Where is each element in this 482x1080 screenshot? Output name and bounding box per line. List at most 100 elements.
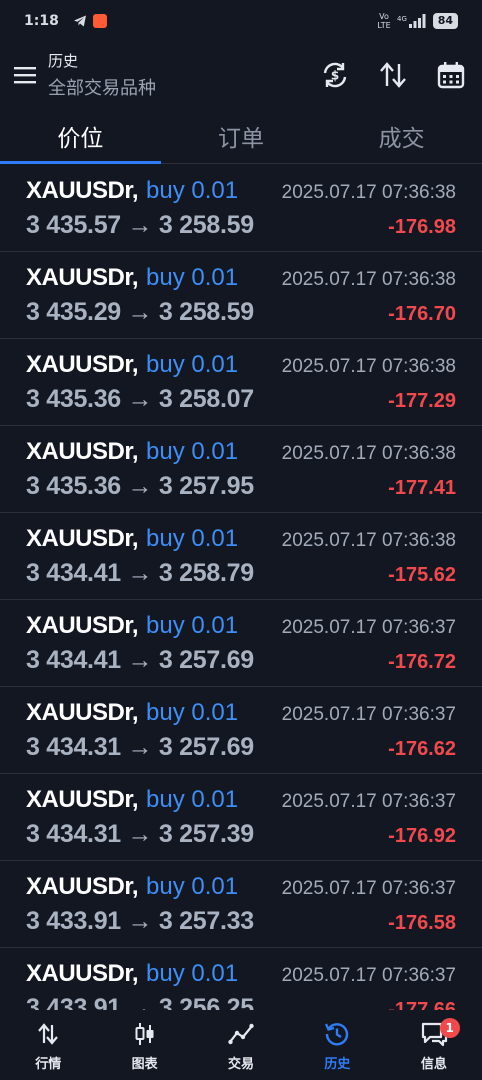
trade-datetime: 2025.07.17 07:36:38 [281,530,456,551]
status-right: Vo LTE 4G 84 [377,12,458,30]
hamburger-icon [14,67,36,84]
trade-prices: 3 434.41 → 3 257.69 [26,646,254,674]
page-title: 历史 [48,52,79,70]
trade-profit: -176.92 [388,825,456,847]
trade-profit: -177.29 [388,390,456,412]
trade-side-volume: buy 0.01 [146,786,239,813]
tab-deals[interactable]: 成交 [321,108,482,163]
header-actions: $ [320,60,470,90]
trade-symbol: XAUUSDr, [26,960,139,987]
network-label: 4G [397,15,407,23]
trade-row[interactable]: XAUUSDr, buy 0.01 2025.07.17 07:36:37 3 … [0,774,482,861]
trade-side-volume: buy 0.01 [146,525,239,552]
trade-symbol: XAUUSDr, [26,873,139,900]
nav-charts[interactable]: 图表 [96,1010,192,1080]
history-tabs: 价位 订单 成交 [0,108,482,164]
status-time: 1:18 [24,13,59,29]
currency-refresh-icon: $ [323,62,347,88]
tab-orders[interactable]: 订单 [161,108,322,163]
trade-prices: 3 434.31 → 3 257.69 [26,733,254,761]
calendar-icon [437,62,465,89]
trade-profit: -176.72 [388,651,456,673]
trade-datetime: 2025.07.17 07:36:37 [281,791,456,812]
trade-history-list[interactable]: XAUUSDr, buy 0.01 2025.07.17 07:36:38 3 … [0,165,482,1010]
trade-datetime: 2025.07.17 07:36:37 [281,704,456,725]
trade-prices: 3 434.31 → 3 257.39 [26,820,254,848]
trade-profit: -175.62 [388,564,456,586]
trade-datetime: 2025.07.17 07:36:38 [281,356,456,377]
telegram-icon [73,14,87,28]
trade-profit: -176.62 [388,738,456,760]
calendar-button[interactable] [436,60,466,90]
trade-symbol: XAUUSDr, [26,612,139,639]
history-clock-icon [325,1022,349,1045]
candlestick-chart-icon [135,1022,154,1045]
trade-prices: 3 434.41 → 3 258.79 [26,559,254,587]
trade-row[interactable]: XAUUSDr, buy 0.01 2025.07.17 07:36:38 3 … [0,426,482,513]
title-block: 历史 全部交易品种 [48,50,156,100]
symbol-filter[interactable]: 全部交易品种 [48,74,156,100]
trade-datetime: 2025.07.17 07:36:37 [281,617,456,638]
menu-button[interactable] [12,62,38,88]
trade-row[interactable]: XAUUSDr, buy 0.01 2025.07.17 07:36:38 3 … [0,165,482,252]
trade-symbol: XAUUSDr, [26,438,139,465]
battery-indicator: 84 [432,13,458,29]
trade-row[interactable]: XAUUSDr, buy 0.01 2025.07.17 07:36:37 3 … [0,600,482,687]
trade-row[interactable]: XAUUSDr, buy 0.01 2025.07.17 07:36:38 3 … [0,339,482,426]
trade-side-volume: buy 0.01 [146,699,239,726]
trade-symbol: XAUUSDr, [26,525,139,552]
nav-label: 图表 [131,1056,158,1072]
trade-row[interactable]: XAUUSDr, buy 0.01 2025.07.17 07:36:38 3 … [0,252,482,339]
trade-row[interactable]: XAUUSDr, buy 0.01 2025.07.17 07:36:37 3 … [0,687,482,774]
nav-label: 交易 [228,1056,255,1072]
trade-prices: 3 433.91 → 3 257.33 [26,907,254,935]
trade-prices: 3 435.57 → 3 258.59 [26,211,254,239]
unread-badge: 1 [439,1018,460,1038]
svg-text:$: $ [331,69,339,83]
trade-datetime: 2025.07.17 07:36:37 [281,878,456,899]
trade-profit: -176.70 [388,303,456,325]
trade-symbol: XAUUSDr, [26,177,139,204]
trade-symbol: XAUUSDr, [26,699,139,726]
trade-datetime: 2025.07.17 07:36:38 [281,443,456,464]
trade-profit: -177.41 [388,477,456,499]
currency-filter-button[interactable]: $ [320,60,350,90]
trade-prices: 3 435.36 → 3 257.95 [26,472,254,500]
trade-line-icon [228,1023,254,1044]
nav-history[interactable]: 历史 [289,1010,385,1080]
bottom-navigation: 行情 图表 交易 历史 信息 1 [0,1010,482,1080]
quotes-arrows-icon [38,1022,59,1045]
trade-symbol: XAUUSDr, [26,786,139,813]
trade-symbol: XAUUSDr, [26,351,139,378]
sort-button[interactable] [378,60,408,90]
trade-row[interactable]: XAUUSDr, buy 0.01 2025.07.17 07:36:37 3 … [0,948,482,1010]
trade-datetime: 2025.07.17 07:36:37 [281,965,456,986]
trade-datetime: 2025.07.17 07:36:38 [281,269,456,290]
trade-profit: -176.58 [388,912,456,934]
signal-icon: 4G [397,14,427,28]
trade-side-volume: buy 0.01 [146,612,239,639]
nav-trade[interactable]: 交易 [193,1010,289,1080]
nav-quotes[interactable]: 行情 [0,1010,96,1080]
trade-side-volume: buy 0.01 [146,960,239,987]
status-left: 1:18 [24,13,107,29]
trade-side-volume: buy 0.01 [146,351,239,378]
app-header: 历史 全部交易品种 $ [0,42,482,108]
status-bar: 1:18 Vo LTE 4G 84 [0,0,482,42]
trade-prices: 3 433.91 → 3 256.25 [26,994,254,1010]
trade-row[interactable]: XAUUSDr, buy 0.01 2025.07.17 07:36:37 3 … [0,861,482,948]
trade-side-volume: buy 0.01 [146,438,239,465]
nav-label: 历史 [324,1056,351,1072]
trade-profit: -176.98 [388,216,456,238]
tab-positions[interactable]: 价位 [0,108,161,164]
trade-prices: 3 435.36 → 3 258.07 [26,385,254,413]
app-notification-icon [92,14,107,28]
volte-icon: Vo LTE [377,12,391,30]
trade-symbol: XAUUSDr, [26,264,139,291]
trade-profit: -177.66 [388,999,456,1010]
trade-datetime: 2025.07.17 07:36:38 [281,182,456,203]
trade-row[interactable]: XAUUSDr, buy 0.01 2025.07.17 07:36:38 3 … [0,513,482,600]
trade-side-volume: buy 0.01 [146,264,239,291]
trade-side-volume: buy 0.01 [146,177,239,204]
nav-messages[interactable]: 信息 1 [386,1010,482,1080]
